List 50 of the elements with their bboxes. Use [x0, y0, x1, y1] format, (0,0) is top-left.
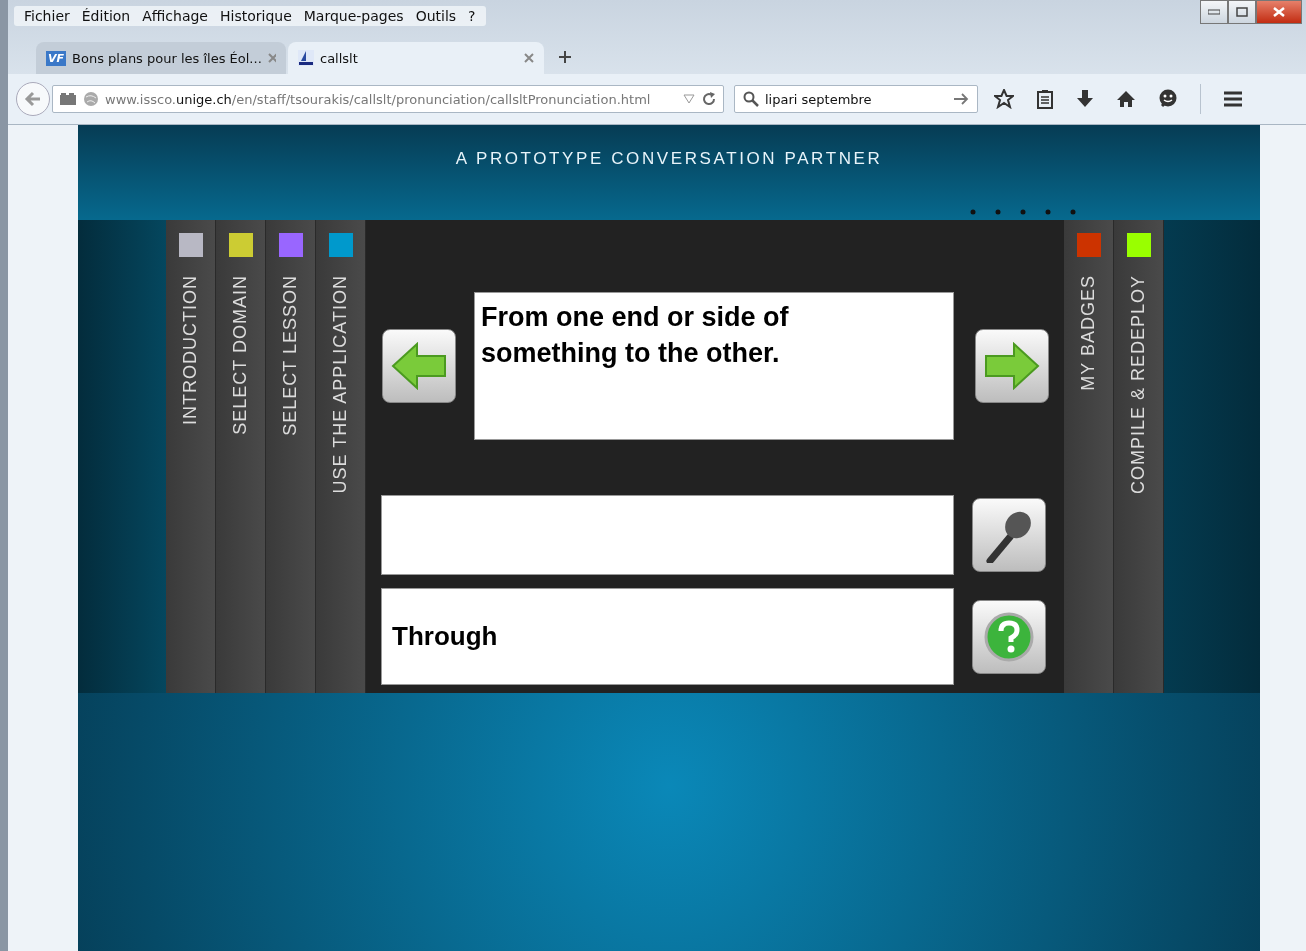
menu-item[interactable]: Historique [214, 8, 298, 24]
download-icon[interactable] [1076, 89, 1094, 109]
url-text: www.issco.unige.ch/en/staff/tsourakis/callslt/pronunciation/callsltPronunciation.html [105, 91, 652, 107]
search-icon [743, 91, 759, 107]
menu-item[interactable]: Fichier [18, 8, 76, 24]
menu-item[interactable]: Outils [409, 8, 463, 24]
microphone-button[interactable] [972, 498, 1046, 572]
menu-item[interactable]: Marque-pages [297, 8, 410, 24]
maximize-button[interactable] [1228, 0, 1256, 24]
arrow-left-icon [24, 91, 42, 107]
minimize-button[interactable] [1200, 0, 1228, 24]
address-bar[interactable]: www.issco.unige.ch/en/staff/tsourakis/callslt/pronunciation/callsltPronunciation.html [52, 85, 724, 113]
side-tab[interactable]: SELECT LESSON [266, 220, 316, 693]
star-icon[interactable] [994, 89, 1014, 109]
side-tab[interactable]: MY BADGES [1064, 220, 1114, 693]
sail-logo-icon [298, 50, 314, 66]
previous-button[interactable] [382, 329, 456, 403]
help-button[interactable] [972, 599, 1046, 674]
arrow-right-icon[interactable] [953, 93, 969, 105]
menu-item[interactable]: Affichage [136, 8, 214, 24]
browser-tab[interactable]: callslt [288, 42, 544, 74]
response-field[interactable] [381, 495, 954, 575]
clipboard-icon[interactable] [1036, 89, 1054, 109]
side-tab[interactable]: INTRODUCTION [166, 220, 216, 693]
back-button[interactable] [16, 82, 50, 116]
new-tab-icon[interactable] [558, 50, 572, 64]
side-tab[interactable]: SELECT DOMAIN [216, 220, 266, 693]
minimize-icon [1208, 9, 1220, 15]
reload-icon[interactable] [701, 91, 717, 107]
answer-text: Through [381, 588, 954, 685]
search-field[interactable]: lipari septembre [734, 85, 978, 113]
close-tab-icon[interactable] [524, 53, 534, 63]
menu-icon[interactable] [1223, 90, 1243, 108]
dropdown-arrow-icon[interactable] [683, 94, 695, 104]
page-icon [59, 92, 77, 106]
menu-item[interactable]: Édition [75, 8, 137, 24]
close-button[interactable] [1256, 0, 1302, 24]
menu-item[interactable]: ? [462, 8, 482, 24]
prompt-text: From one end or side of something to the other. [474, 292, 954, 440]
next-button[interactable] [975, 329, 1049, 403]
browser-tab[interactable]: VF Bons plans pour les îles Éol... [36, 42, 286, 74]
maximize-icon [1236, 7, 1248, 17]
page-title: A PROTOTYPE CONVERSATION PARTNER [455, 149, 883, 169]
site-logo-icon: VF [46, 50, 67, 66]
close-icon [1273, 7, 1285, 17]
side-tab[interactable]: USE THE APPLICATION [316, 220, 366, 693]
side-tab[interactable]: COMPILE & REDEPLOY [1114, 220, 1164, 693]
home-icon[interactable] [1116, 90, 1136, 108]
globe-icon [83, 91, 99, 107]
chat-icon[interactable] [1158, 89, 1178, 109]
